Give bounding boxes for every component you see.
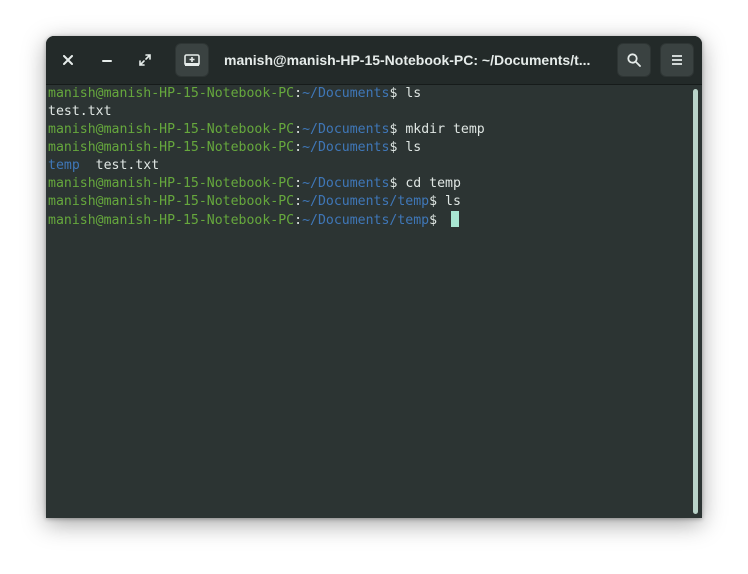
search-button[interactable] — [617, 43, 651, 77]
new-tab-button[interactable] — [175, 43, 209, 77]
command-text: cd temp — [405, 176, 461, 191]
close-button[interactable] — [52, 44, 84, 76]
prompt-line: manish@manish-HP-15-Notebook-PC:~/Docume… — [48, 85, 688, 103]
prompt-line: manish@manish-HP-15-Notebook-PC:~/Docume… — [48, 193, 688, 211]
search-icon — [627, 53, 641, 67]
directory-entry: temp — [48, 158, 80, 173]
prompt-line: manish@manish-HP-15-Notebook-PC:~/Docume… — [48, 121, 688, 139]
new-tab-icon — [184, 54, 200, 66]
prompt-user-host: manish@manish-HP-15-Notebook-PC — [48, 140, 295, 155]
prompt-symbol: $ — [429, 194, 446, 209]
prompt-line: manish@manish-HP-15-Notebook-PC:~/Docume… — [48, 211, 688, 229]
minimize-button[interactable] — [91, 44, 123, 76]
prompt-symbol: $ — [389, 86, 406, 101]
prompt-line: manish@manish-HP-15-Notebook-PC:~/Docume… — [48, 139, 688, 157]
command-text: ls — [445, 194, 461, 209]
maximize-icon — [139, 54, 151, 66]
prompt-line: manish@manish-HP-15-Notebook-PC:~/Docume… — [48, 175, 688, 193]
prompt-separator: : — [294, 213, 303, 228]
prompt-user-host: manish@manish-HP-15-Notebook-PC — [48, 86, 295, 101]
prompt-symbol: $ — [389, 140, 406, 155]
prompt-path: ~/Documents — [302, 176, 390, 191]
prompt-path: ~/Documents — [302, 122, 390, 137]
command-text: mkdir temp — [405, 122, 485, 137]
prompt-path: ~/Documents — [302, 140, 390, 155]
maximize-button[interactable] — [129, 44, 161, 76]
terminal-output[interactable]: manish@manish-HP-15-Notebook-PC:~/Docume… — [48, 85, 688, 229]
command-text: ls — [405, 86, 422, 101]
window-title: manish@manish-HP-15-Notebook-PC: ~/Docum… — [224, 52, 591, 68]
output-line: temp test.txt — [48, 157, 688, 175]
prompt-symbol: $ — [389, 122, 406, 137]
close-icon — [63, 55, 73, 65]
prompt-user-host: manish@manish-HP-15-Notebook-PC — [48, 176, 295, 191]
prompt-user-host: manish@manish-HP-15-Notebook-PC — [48, 194, 295, 209]
terminal-window: manish@manish-HP-15-Notebook-PC: ~/Docum… — [46, 36, 702, 518]
command-text: ls — [405, 140, 422, 155]
prompt-separator: : — [294, 140, 303, 155]
terminal-content[interactable]: manish@manish-HP-15-Notebook-PC:~/Docume… — [46, 85, 702, 518]
file-entry: test.txt — [79, 158, 160, 173]
prompt-separator: : — [294, 122, 303, 137]
minimize-icon — [102, 60, 112, 62]
prompt-path: ~/Documents/temp — [302, 213, 430, 228]
prompt-user-host: manish@manish-HP-15-Notebook-PC — [48, 213, 295, 228]
prompt-path: ~/Documents/temp — [302, 194, 430, 209]
file-entry: test.txt — [48, 104, 112, 119]
title-bar: manish@manish-HP-15-Notebook-PC: ~/Docum… — [46, 36, 702, 85]
terminal-cursor — [451, 211, 460, 227]
prompt-separator: : — [294, 86, 303, 101]
scrollbar[interactable] — [693, 89, 698, 514]
prompt-symbol: $ — [429, 213, 446, 228]
prompt-path: ~/Documents — [302, 86, 390, 101]
output-line: test.txt — [48, 103, 688, 121]
prompt-separator: : — [294, 194, 303, 209]
prompt-user-host: manish@manish-HP-15-Notebook-PC — [48, 122, 295, 137]
hamburger-menu-icon — [672, 55, 682, 65]
menu-button[interactable] — [660, 43, 694, 77]
prompt-separator: : — [294, 176, 303, 191]
prompt-symbol: $ — [389, 176, 406, 191]
